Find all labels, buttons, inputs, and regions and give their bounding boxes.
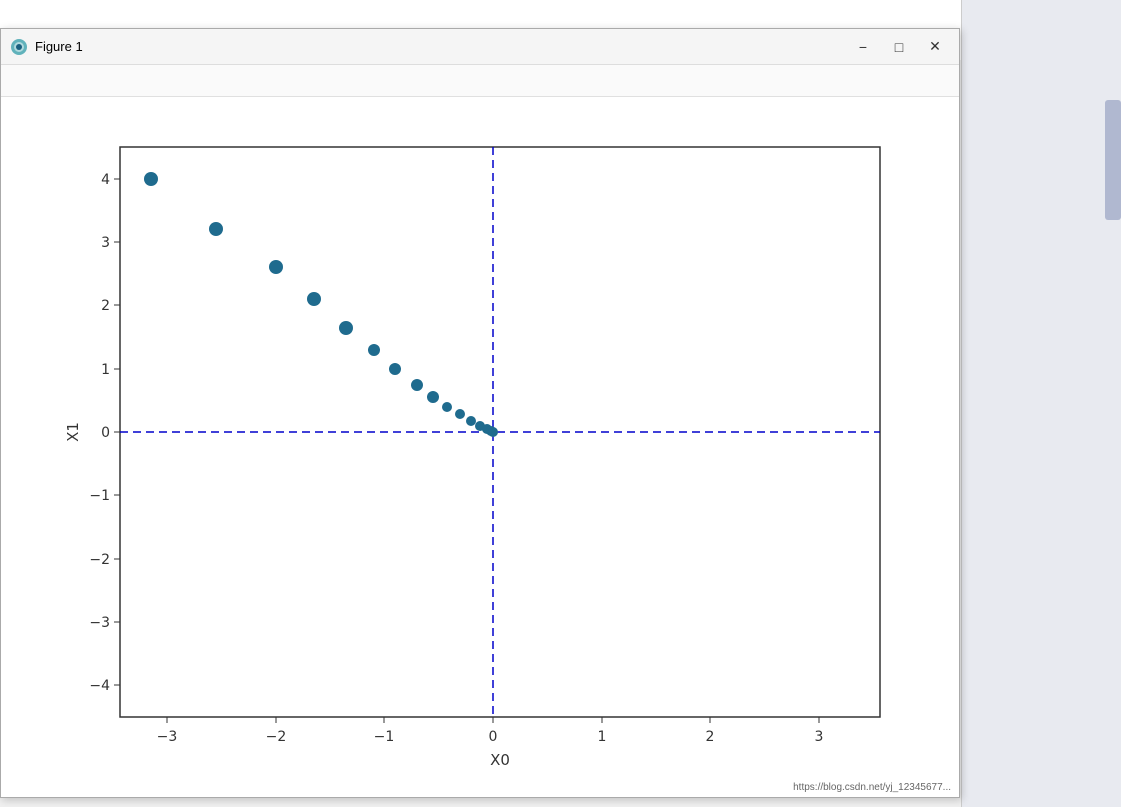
y-tick-1: 1	[101, 362, 110, 378]
title-bar: Figure 1 − □ ✕	[1, 29, 959, 65]
y-tick-n1: −1	[89, 488, 110, 504]
y-tick-3: 3	[101, 235, 110, 251]
y-tick-0: 0	[101, 425, 110, 441]
x-tick-1: 1	[598, 729, 607, 745]
window-title: Figure 1	[35, 39, 847, 54]
maximize-button[interactable]: □	[883, 35, 915, 59]
y-tick-n3: −3	[89, 615, 110, 631]
right-panel	[961, 0, 1121, 807]
scatter-point-10	[442, 402, 452, 412]
scatter-point-7	[389, 363, 401, 375]
scatter-point-8	[411, 379, 423, 391]
toolbar	[1, 65, 959, 97]
y-axis-ticks: 4 3 2 1 0 −1 −2	[89, 172, 120, 694]
scrollbar-thumb[interactable]	[1105, 100, 1121, 220]
scatter-point-3	[269, 260, 283, 274]
figure-icon	[9, 37, 29, 57]
scatter-point-16	[488, 427, 498, 437]
y-tick-4: 4	[101, 172, 110, 188]
scatter-plot: −3 −2 −1 0 1 2 3	[60, 127, 900, 767]
y-tick-n2: −2	[89, 552, 110, 568]
x-tick-2: 2	[706, 729, 715, 745]
url-bar: https://blog.csdn.net/yj_12345677...	[793, 782, 951, 793]
scatter-point-6	[368, 344, 380, 356]
figure-window: Figure 1 − □ ✕	[0, 28, 960, 798]
scatter-point-2	[209, 222, 223, 236]
x-tick-n1: −1	[374, 729, 395, 745]
x-tick-n3: −3	[157, 729, 178, 745]
y-tick-n4: −4	[89, 678, 110, 694]
scatter-point-4	[307, 292, 321, 306]
scatter-point-12	[466, 416, 476, 426]
plot-container: −3 −2 −1 0 1 2 3	[1, 97, 959, 797]
scatter-point-9	[427, 391, 439, 403]
x-tick-n2: −2	[266, 729, 287, 745]
x-tick-0: 0	[489, 729, 498, 745]
x-axis-label: X0	[490, 751, 510, 767]
y-axis-label: X1	[64, 422, 82, 442]
minimize-button[interactable]: −	[847, 35, 879, 59]
x-axis-ticks: −3 −2 −1 0 1 2 3	[157, 717, 824, 745]
scatter-point-11	[455, 409, 465, 419]
y-tick-2: 2	[101, 298, 110, 314]
x-tick-3: 3	[815, 729, 824, 745]
scatter-point-5	[339, 321, 353, 335]
window-controls: − □ ✕	[847, 35, 951, 59]
scatter-point-1	[144, 172, 158, 186]
close-button[interactable]: ✕	[919, 35, 951, 59]
